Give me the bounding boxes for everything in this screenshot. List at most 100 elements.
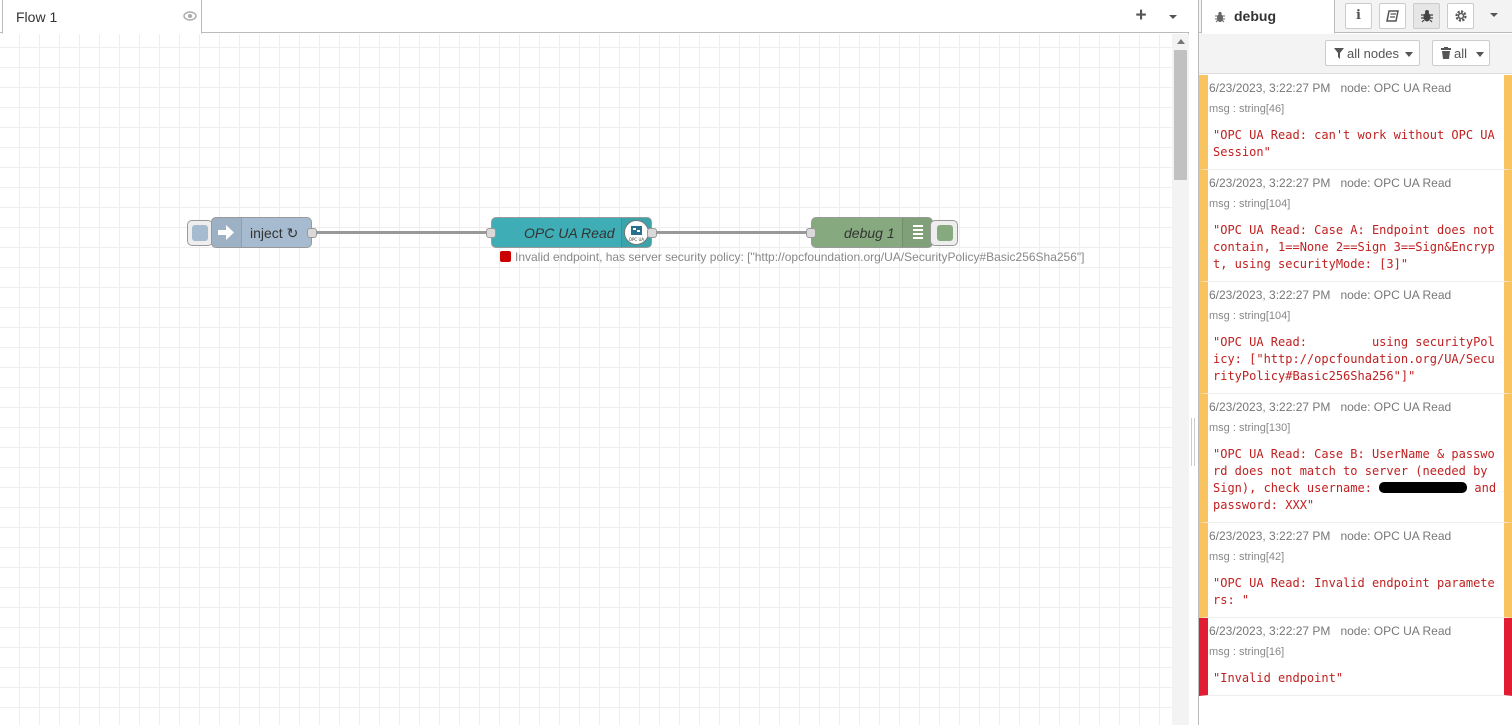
sidebar-splitter[interactable]: [1189, 0, 1198, 725]
debug-message[interactable]: 6/23/2023, 3:22:27 PM node: OPC UA Read m…: [1199, 618, 1512, 696]
filter-icon: [1334, 48, 1344, 59]
message-meta: 6/23/2023, 3:22:27 PM node: OPC UA Read: [1209, 527, 1504, 547]
message-type: msg : string[104]: [1209, 194, 1504, 216]
debug-toggle-button[interactable]: [930, 220, 958, 246]
message-timestamp: 6/23/2023, 3:22:27 PM: [1209, 624, 1331, 638]
message-meta: 6/23/2023, 3:22:27 PM node: OPC UA Read: [1209, 174, 1504, 194]
scrollbar-thumb[interactable]: [1174, 50, 1187, 180]
message-node[interactable]: node: OPC UA Read: [1340, 176, 1451, 190]
message-timestamp: 6/23/2023, 3:22:27 PM: [1209, 288, 1331, 302]
message-timestamp: 6/23/2023, 3:22:27 PM: [1209, 81, 1331, 95]
redacted-username: [1379, 482, 1468, 493]
message-type: msg : string[104]: [1209, 306, 1504, 328]
message-type: msg : string[130]: [1209, 418, 1504, 440]
tab-label: Flow 1: [16, 9, 58, 25]
message-meta: 6/23/2023, 3:22:27 PM node: OPC UA Read: [1209, 79, 1504, 99]
message-value[interactable]: "Invalid endpoint": [1209, 664, 1504, 687]
add-flow-button[interactable]: +: [1131, 6, 1151, 27]
message-type-label: msg : string: [1209, 310, 1266, 322]
debug-message[interactable]: 6/23/2023, 3:22:27 PM node: OPC UA Read m…: [1199, 75, 1512, 170]
chevron-down-icon: [1476, 52, 1484, 57]
message-type: msg : string[16]: [1209, 642, 1504, 664]
config-button[interactable]: [1447, 3, 1474, 29]
status-error-icon: [500, 251, 511, 262]
list-icon: [902, 218, 932, 247]
inject-trigger-button[interactable]: [187, 220, 213, 246]
message-meta: 6/23/2023, 3:22:27 PM node: OPC UA Read: [1209, 622, 1504, 642]
sidebar-tab-bar: debug i: [1199, 0, 1512, 34]
chevron-down-icon[interactable]: [1164, 9, 1182, 25]
filter-label: all nodes: [1347, 46, 1400, 61]
message-node[interactable]: node: OPC UA Read: [1340, 624, 1451, 638]
message-value[interactable]: "OPC UA Read: using securityPolicy: ["ht…: [1209, 328, 1504, 385]
debug-messages-list[interactable]: 6/23/2023, 3:22:27 PM node: OPC UA Read m…: [1199, 75, 1512, 725]
message-type-label: msg : string: [1209, 198, 1266, 210]
message-value[interactable]: "OPC UA Read: can't work without OPC UA …: [1209, 121, 1504, 161]
info-icon: i: [1356, 8, 1361, 23]
message-type-label: msg : string: [1209, 422, 1266, 434]
debug-message[interactable]: 6/23/2023, 3:22:27 PM node: OPC UA Read m…: [1199, 523, 1512, 618]
message-timestamp: 6/23/2023, 3:22:27 PM: [1209, 400, 1331, 414]
inject-node[interactable]: inject ↻: [211, 217, 317, 248]
scroll-up-icon[interactable]: [1177, 39, 1185, 44]
message-length: [130]: [1265, 422, 1291, 434]
gear-icon: [1455, 10, 1467, 22]
message-value[interactable]: "OPC UA Read: Case A: Endpoint does not …: [1209, 216, 1504, 273]
message-length: [104]: [1265, 198, 1291, 210]
message-meta: 6/23/2023, 3:22:27 PM node: OPC UA Read: [1209, 398, 1504, 418]
inject-node-label: inject ↻: [250, 225, 299, 241]
message-node[interactable]: node: OPC UA Read: [1340, 81, 1451, 95]
status-text: Invalid endpoint, has server security po…: [515, 250, 1085, 264]
info-button[interactable]: i: [1345, 3, 1372, 29]
trash-icon: [1441, 47, 1451, 59]
filter-nodes-button[interactable]: all nodes: [1325, 40, 1420, 66]
debug-node[interactable]: debug 1: [806, 217, 933, 248]
opcua-node-label: OPC UA Read: [524, 225, 615, 241]
opcua-output-port[interactable]: [647, 228, 657, 238]
opcua-input-port[interactable]: [486, 228, 496, 238]
sidebar-menu-button[interactable]: [1481, 3, 1508, 29]
message-timestamp: 6/23/2023, 3:22:27 PM: [1209, 529, 1331, 543]
debug-message[interactable]: 6/23/2023, 3:22:27 PM node: OPC UA Read m…: [1199, 394, 1512, 523]
message-length: [46]: [1265, 103, 1285, 115]
eye-icon[interactable]: [183, 9, 197, 23]
workspace-tab-bar: Flow 1 +: [0, 0, 1189, 34]
svg-text:OPC UA: OPC UA: [629, 237, 645, 242]
canvas-scrollbar[interactable]: [1172, 34, 1189, 725]
chevron-down-icon: [1490, 13, 1498, 17]
message-meta: 6/23/2023, 3:22:27 PM node: OPC UA Read: [1209, 286, 1504, 306]
message-node[interactable]: node: OPC UA Read: [1340, 529, 1451, 543]
message-type: msg : string[46]: [1209, 99, 1504, 121]
bug-icon: [1214, 10, 1226, 23]
message-node[interactable]: node: OPC UA Read: [1340, 400, 1451, 414]
debug-input-port[interactable]: [806, 228, 816, 238]
message-length: [42]: [1265, 551, 1285, 563]
message-value[interactable]: "OPC UA Read: Invalid endpoint parameter…: [1209, 569, 1504, 609]
message-value[interactable]: "OPC UA Read: Case B: UserName & passwor…: [1209, 440, 1504, 514]
tab-debug-label: debug: [1234, 8, 1276, 24]
message-length: [16]: [1265, 646, 1285, 658]
message-timestamp: 6/23/2023, 3:22:27 PM: [1209, 176, 1331, 190]
message-type-label: msg : string: [1209, 646, 1266, 658]
inject-output-port[interactable]: [307, 228, 317, 238]
debug-message[interactable]: 6/23/2023, 3:22:27 PM node: OPC UA Read m…: [1199, 282, 1512, 394]
tab-flow-1[interactable]: Flow 1: [2, 0, 202, 34]
book-icon: [1386, 10, 1399, 22]
debug-toolbar: all nodes all: [1199, 34, 1512, 74]
wire-inject-to-opcua[interactable]: [316, 231, 492, 234]
message-node[interactable]: node: OPC UA Read: [1340, 288, 1451, 302]
wire-opcua-to-debug[interactable]: [656, 231, 812, 234]
debug-message[interactable]: 6/23/2023, 3:22:27 PM node: OPC UA Read m…: [1199, 170, 1512, 282]
chevron-down-icon: [1405, 52, 1413, 57]
message-type: msg : string[42]: [1209, 547, 1504, 569]
debug-button[interactable]: [1413, 3, 1440, 29]
opcua-read-node[interactable]: OPC UA Read OPC UA: [486, 217, 657, 248]
flow-canvas[interactable]: [0, 34, 1172, 725]
message-type-label: msg : string: [1209, 551, 1266, 563]
debug-node-label: debug 1: [844, 225, 895, 241]
tab-debug[interactable]: debug: [1201, 0, 1335, 34]
help-button[interactable]: [1379, 3, 1406, 29]
bug-icon: [1421, 10, 1433, 23]
message-type-label: msg : string: [1209, 103, 1266, 115]
clear-messages-button[interactable]: all: [1432, 40, 1490, 66]
